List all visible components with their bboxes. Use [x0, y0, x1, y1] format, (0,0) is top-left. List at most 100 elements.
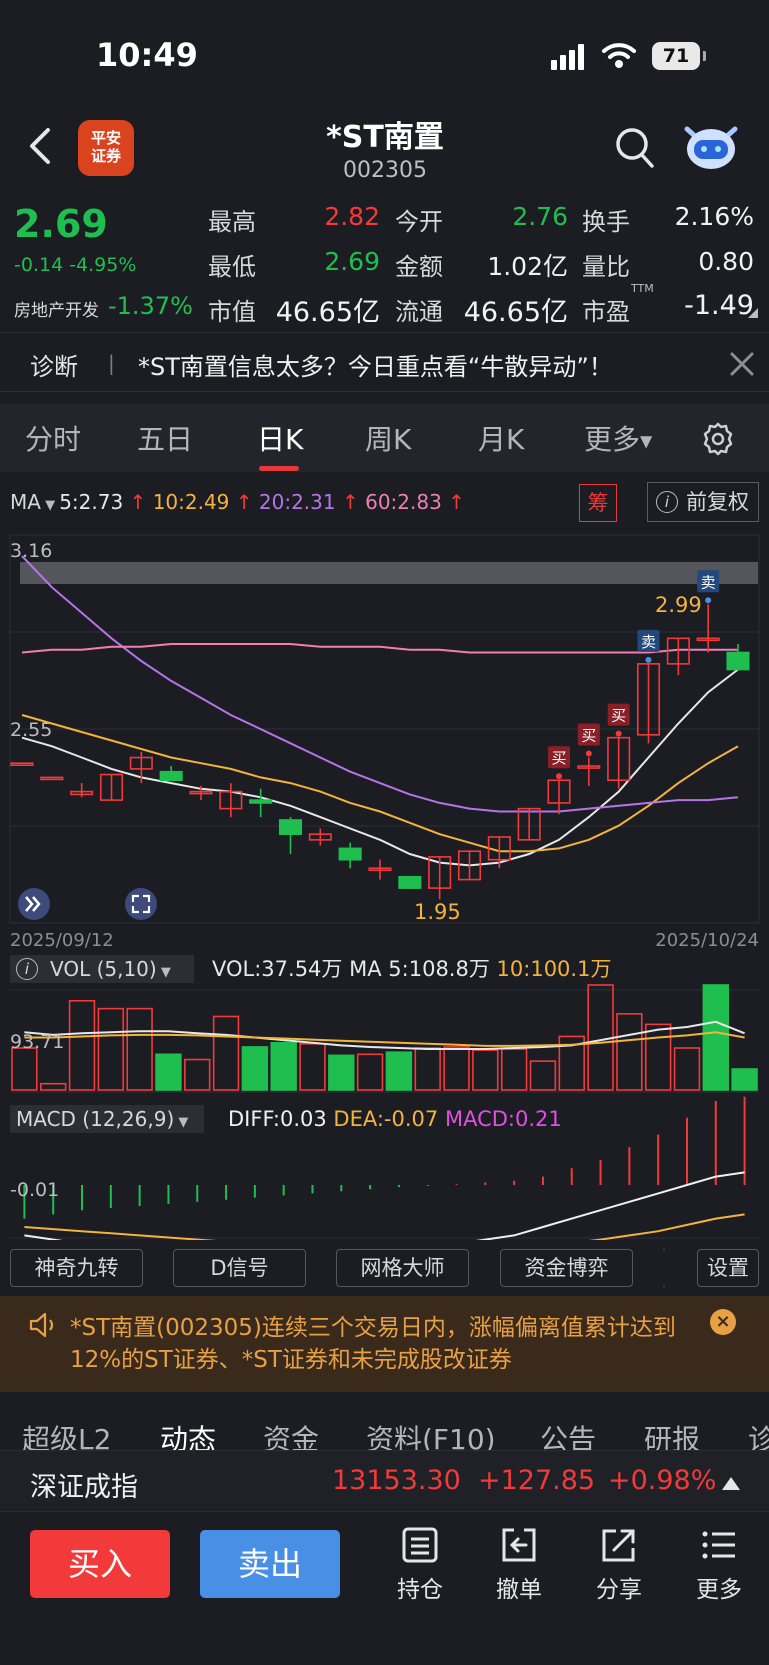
gear-icon[interactable] [700, 421, 736, 457]
volume-bar [472, 1049, 499, 1091]
menu-icon [702, 1531, 735, 1559]
signal-dot [645, 656, 652, 663]
tab-super-l2[interactable]: 超级L2 [22, 1418, 111, 1450]
signal-dot [615, 730, 622, 737]
expand-up-icon[interactable] [722, 1477, 740, 1490]
high-value: 2.82 [324, 202, 380, 231]
alert-close-button[interactable]: × [710, 1309, 736, 1335]
candle-body [726, 651, 750, 671]
market-cap-value: 46.65亿 [275, 297, 380, 328]
diagnosis-label: 诊断 [30, 353, 78, 381]
volume-bar [126, 1007, 153, 1091]
kline-chart[interactable]: 3.16 2.55 买买买卖卖 2.99 1.95 2025/09/12 202… [0, 530, 769, 1240]
volume-bar [299, 1043, 326, 1091]
share-button[interactable]: 分享 [579, 1526, 659, 1604]
vol-indicator-selector[interactable]: i VOL (5,10) ▼ [10, 955, 194, 983]
x-start-label: 2025/09/12 [10, 930, 114, 951]
tab-f10[interactable]: 资料(F10) [366, 1418, 496, 1450]
high-label: 最高 [208, 208, 256, 236]
sell-button[interactable]: 卖出 [200, 1530, 340, 1598]
pe-value: -1.49 [684, 290, 754, 321]
sell-signal-text: 卖 [701, 573, 716, 591]
tab-five-day[interactable]: 五日 [137, 418, 193, 458]
tab-diagnosis[interactable]: 诊 [748, 1418, 769, 1450]
index-value: 13153.30 [332, 1465, 461, 1496]
sector-change[interactable]: -1.37% [108, 292, 193, 320]
signal-dot [585, 750, 592, 757]
float-cap-value: 46.65亿 [463, 297, 568, 328]
index-ticker[interactable]: 深证成指 13153.30 +127.85 +0.98% [0, 1450, 769, 1512]
diagnosis-bar[interactable]: 诊断 | *ST南置信息太多？今日重点看“牛散异动”！ [0, 332, 769, 392]
tool-settings[interactable]: 设置 [697, 1249, 759, 1287]
candle-body [10, 762, 34, 767]
volume-bars [11, 984, 758, 1091]
x-end-label: 2025/10/24 [655, 930, 759, 951]
low-value: 2.69 [324, 247, 380, 276]
volume-bar [356, 1053, 384, 1091]
robot-assistant-icon[interactable] [682, 121, 740, 173]
vol-values: VOL:37.54万 MA 5:108.8万 10:100.1万 [212, 957, 612, 981]
sell-signal-text: 卖 [641, 633, 656, 651]
tool-d-signal[interactable]: D信号 [173, 1249, 306, 1287]
buy-signal-text: 买 [551, 749, 566, 767]
volume-bar [155, 1053, 182, 1091]
back-arrow-icon[interactable] [26, 126, 56, 166]
candle-body [338, 847, 362, 861]
buy-signal-text: 买 [611, 707, 626, 725]
open-label: 今开 [395, 208, 443, 236]
active-tab-indicator [259, 466, 299, 471]
corner-triangle-icon[interactable] [748, 308, 758, 318]
tab-daily-k[interactable]: 日K [257, 418, 303, 458]
volume-bar [673, 1047, 701, 1091]
tab-research[interactable]: 研报 [644, 1418, 700, 1450]
tab-intraday[interactable]: 分时 [25, 418, 81, 458]
macd-lines [24, 1171, 745, 1240]
chip-distribution-button[interactable]: 筹 [579, 484, 617, 522]
more-button[interactable]: 更多 [679, 1526, 759, 1604]
tool-magic-nine[interactable]: 神奇九转 [10, 1249, 143, 1287]
stock-code: 002305 [343, 158, 427, 183]
high-annotation: 2.99 [655, 593, 702, 617]
tool-fund-game[interactable]: 资金博弈 [500, 1249, 633, 1287]
volume-bar [731, 1068, 758, 1091]
volume-ratio-value: 0.80 [698, 247, 754, 276]
candle-body [249, 799, 273, 804]
index-percent: +0.98% [608, 1465, 717, 1496]
scroll-left-button[interactable] [18, 888, 50, 920]
wifi-icon [602, 43, 636, 68]
ma-legend[interactable]: MA ▼ 5:2.73 ↑ 10:2.49 ↑ 20:2.31 ↑ 60:2.8… [10, 490, 465, 514]
holdings-button[interactable]: 持仓 [380, 1526, 460, 1604]
tab-more[interactable]: 更多▼ [584, 418, 652, 458]
candle-body [159, 770, 183, 782]
signal-dot [556, 773, 562, 780]
tab-weekly-k[interactable]: 周K [365, 418, 411, 458]
tool-partial[interactable] [663, 1249, 665, 1287]
battery-indicator: 71 [652, 42, 706, 70]
fullscreen-button[interactable] [125, 888, 157, 920]
adjust-mode-button[interactable]: i 前复权 [647, 482, 759, 522]
tool-grid-master[interactable]: 网格大师 [336, 1249, 469, 1287]
dropdown-caret-icon: ▼ [640, 431, 653, 451]
cancel-order-button[interactable]: 撤单 [479, 1526, 559, 1604]
volume-bar [529, 1060, 557, 1091]
ma20-value: 20:2.31 [258, 490, 336, 514]
macd-indicator-selector[interactable]: MACD (12,26,9) ▼ [10, 1105, 204, 1133]
tab-monthly-k[interactable]: 月K [478, 418, 524, 458]
buy-button[interactable]: 买入 [30, 1530, 170, 1598]
broker-logo: 平安 证券 [78, 120, 134, 176]
tab-funds[interactable]: 资金 [263, 1418, 319, 1450]
stock-name: *ST南置 [326, 120, 444, 155]
share-icon [602, 1529, 635, 1562]
risk-alert-banner[interactable]: *ST南置(002305)连续三个交易日内，涨幅偏离值累计达到12%的ST证券、… [0, 1296, 769, 1392]
tab-announcements[interactable]: 公告 [540, 1418, 596, 1450]
price-change: -0.14 -4.95% [14, 254, 137, 276]
candle-body [398, 875, 422, 889]
signal-dot [705, 597, 712, 604]
resistance-band [20, 562, 758, 584]
tab-news[interactable]: 动态 [160, 1418, 216, 1450]
diagnosis-text[interactable]: *ST南置信息太多？今日重点看“牛散异动”！ [138, 347, 613, 382]
search-icon[interactable] [615, 127, 655, 169]
sector-name[interactable]: 房地产开发 [14, 296, 99, 321]
volume-bar [414, 1047, 441, 1091]
close-icon[interactable] [728, 350, 756, 378]
